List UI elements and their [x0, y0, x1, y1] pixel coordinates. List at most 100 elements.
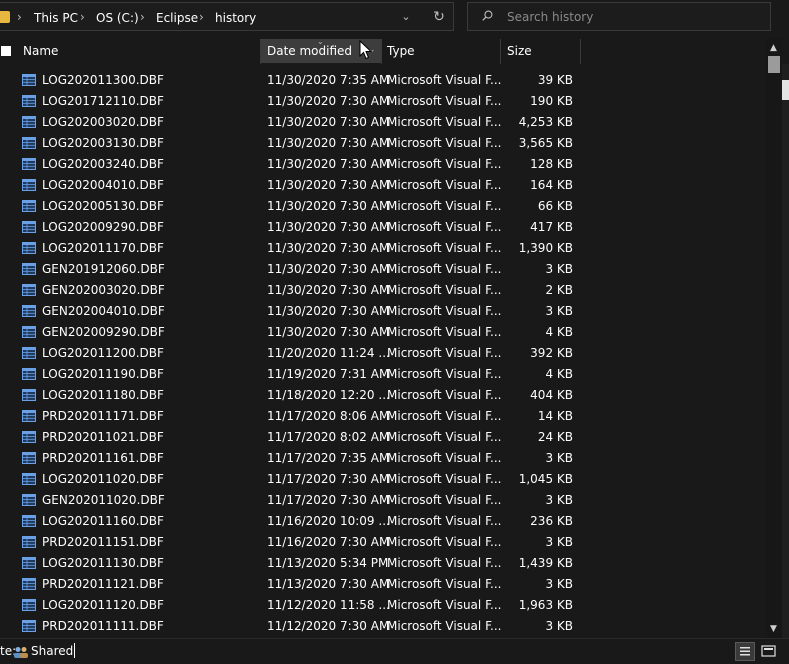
- column-divider[interactable]: [500, 39, 501, 64]
- address-row: › This PC › OS (C:) › Eclipse › history …: [0, 0, 789, 36]
- scrollbar-thumb[interactable]: [768, 56, 780, 73]
- large-icons-view-button[interactable]: [759, 642, 779, 661]
- chevron-down-icon[interactable]: ⌄: [398, 9, 414, 25]
- file-date-modified: 11/12/2020 11:58 ...: [267, 598, 390, 612]
- file-row[interactable]: LOG202011160.DBF 11/16/2020 10:09 ... Micr…: [0, 511, 765, 532]
- file-row[interactable]: LOG202005130.DBF 11/30/2020 7:30 AM Micros…: [0, 196, 765, 217]
- file-row[interactable]: GEN202009290.DBF 11/30/2020 7:30 AM Micros…: [0, 322, 765, 343]
- details-view-button[interactable]: [735, 642, 755, 661]
- file-row[interactable]: LOG202011300.DBF 11/30/2020 7:35 AM Micros…: [0, 70, 765, 91]
- file-name[interactable]: LOG202011180.DBF: [42, 388, 164, 402]
- breadcrumb-separator-icon[interactable]: ›: [199, 10, 204, 24]
- file-size: 4,253 KB: [518, 115, 573, 129]
- address-bar[interactable]: › This PC › OS (C:) › Eclipse › history …: [0, 2, 454, 31]
- file-date-modified: 11/30/2020 7:30 AM: [267, 241, 390, 255]
- file-name[interactable]: GEN202003020.DBF: [42, 283, 165, 297]
- file-row[interactable]: LOG202011170.DBF 11/30/2020 7:30 AM Micros…: [0, 238, 765, 259]
- preview-pane-edge: [782, 64, 789, 638]
- file-row[interactable]: GEN202003020.DBF 11/30/2020 7:30 AM Micros…: [0, 280, 765, 301]
- column-header-type[interactable]: Type: [387, 44, 415, 58]
- file-row[interactable]: LOG202011200.DBF 11/20/2020 11:24 ... Micr…: [0, 343, 765, 364]
- file-name[interactable]: GEN201912060.DBF: [42, 262, 165, 276]
- breadcrumb-separator-icon[interactable]: ›: [140, 10, 145, 24]
- file-name[interactable]: LOG202011300.DBF: [42, 73, 164, 87]
- column-header-size[interactable]: Size: [507, 44, 532, 58]
- breadcrumb-eclipse[interactable]: Eclipse: [156, 11, 198, 25]
- file-name[interactable]: LOG202011020.DBF: [42, 472, 164, 486]
- column-divider[interactable]: [260, 39, 261, 64]
- file-name[interactable]: LOG202003020.DBF: [42, 115, 164, 129]
- status-shared-label: Shared: [31, 644, 74, 658]
- file-row[interactable]: LOG202009290.DBF 11/30/2020 7:30 AM Micros…: [0, 217, 765, 238]
- file-name[interactable]: LOG202011130.DBF: [42, 556, 164, 570]
- scroll-down-icon[interactable]: ▼: [770, 624, 777, 634]
- file-name[interactable]: PRD202011171.DBF: [42, 409, 164, 423]
- file-row[interactable]: LOG202011190.DBF 11/19/2020 7:31 AM Micros…: [0, 364, 765, 385]
- dbf-file-icon: [22, 179, 36, 191]
- column-header-date[interactable]: Date modified: [267, 44, 352, 58]
- file-size: 392 KB: [530, 346, 573, 360]
- file-row[interactable]: LOG202011020.DBF 11/17/2020 7:30 AM Micros…: [0, 469, 765, 490]
- file-row[interactable]: PRD202011161.DBF 11/17/2020 7:35 AM Micros…: [0, 448, 765, 469]
- file-name[interactable]: PRD202011151.DBF: [42, 535, 164, 549]
- file-name[interactable]: PRD202011121.DBF: [42, 577, 164, 591]
- file-name[interactable]: LOG202005130.DBF: [42, 199, 164, 213]
- file-row[interactable]: LOG202003130.DBF 11/30/2020 7:30 AM Micros…: [0, 133, 765, 154]
- file-size: 164 KB: [530, 178, 573, 192]
- scroll-up-icon[interactable]: ▲: [770, 43, 777, 53]
- file-row[interactable]: LOG202004010.DBF 11/30/2020 7:30 AM Micros…: [0, 175, 765, 196]
- file-row[interactable]: LOG202011130.DBF 11/13/2020 5:34 PM Micros…: [0, 553, 765, 574]
- file-row[interactable]: PRD202011021.DBF 11/17/2020 8:02 AM Micros…: [0, 427, 765, 448]
- file-row[interactable]: GEN202011020.DBF 11/17/2020 7:30 AM Micros…: [0, 490, 765, 511]
- file-row[interactable]: GEN202004010.DBF 11/30/2020 7:30 AM Micros…: [0, 301, 765, 322]
- breadcrumb-this-pc[interactable]: This PC: [34, 11, 78, 25]
- file-row[interactable]: LOG202003020.DBF 11/30/2020 7:30 AM Micros…: [0, 112, 765, 133]
- file-row[interactable]: LOG202011180.DBF 11/18/2020 12:20 ... Micr…: [0, 385, 765, 406]
- file-size: 417 KB: [530, 220, 573, 234]
- select-all-checkbox[interactable]: [1, 46, 11, 56]
- file-name[interactable]: GEN202011020.DBF: [42, 493, 165, 507]
- column-divider[interactable]: [580, 39, 581, 64]
- file-date-modified: 11/17/2020 7:35 AM: [267, 451, 390, 465]
- file-name[interactable]: LOG202011190.DBF: [42, 367, 164, 381]
- file-row[interactable]: PRD202011111.DBF 11/12/2020 7:30 AM Micros…: [0, 616, 765, 637]
- file-name[interactable]: PRD202011161.DBF: [42, 451, 164, 465]
- file-name[interactable]: GEN202009290.DBF: [42, 325, 165, 339]
- file-row[interactable]: PRD202011121.DBF 11/13/2020 7:30 AM Micros…: [0, 574, 765, 595]
- folder-icon: [0, 11, 10, 23]
- file-row[interactable]: GEN201912060.DBF 11/30/2020 7:30 AM Micros…: [0, 259, 765, 280]
- search-input[interactable]: Search history: [467, 2, 771, 31]
- file-name[interactable]: LOG202011120.DBF: [42, 598, 164, 612]
- breadcrumb-drive[interactable]: OS (C:): [96, 11, 139, 25]
- breadcrumb-separator-icon[interactable]: ›: [80, 10, 85, 24]
- vertical-scrollbar[interactable]: [765, 38, 782, 638]
- file-name[interactable]: LOG202009290.DBF: [42, 220, 164, 234]
- file-size: 3 KB: [545, 451, 573, 465]
- file-row[interactable]: LOG201712110.DBF 11/30/2020 7:30 AM Micros…: [0, 91, 765, 112]
- file-name[interactable]: LOG202003240.DBF: [42, 157, 164, 171]
- file-row[interactable]: PRD202011151.DBF 11/16/2020 7:30 AM Micros…: [0, 532, 765, 553]
- file-name[interactable]: PRD202011021.DBF: [42, 430, 164, 444]
- details-view-icon: [740, 647, 750, 656]
- file-name[interactable]: LOG201712110.DBF: [42, 94, 164, 108]
- file-type: Microsoft Visual F...: [387, 94, 502, 108]
- file-name[interactable]: LOG202011200.DBF: [42, 346, 164, 360]
- file-name[interactable]: LOG202004010.DBF: [42, 178, 164, 192]
- file-name[interactable]: LOG202003130.DBF: [42, 136, 164, 150]
- file-name[interactable]: LOG202011160.DBF: [42, 514, 164, 528]
- file-row[interactable]: PRD202011171.DBF 11/17/2020 8:06 AM Micros…: [0, 406, 765, 427]
- file-date-modified: 11/30/2020 7:30 AM: [267, 115, 390, 129]
- breadcrumb-separator-icon[interactable]: ›: [17, 10, 22, 24]
- file-name[interactable]: GEN202004010.DBF: [42, 304, 165, 318]
- file-row[interactable]: LOG202011120.DBF 11/12/2020 11:58 ... Micr…: [0, 595, 765, 616]
- dbf-file-icon: [22, 473, 36, 485]
- file-date-modified: 11/30/2020 7:30 AM: [267, 157, 390, 171]
- file-type: Microsoft Visual F...: [387, 619, 502, 633]
- breadcrumb-history[interactable]: history: [215, 11, 256, 25]
- column-header-name[interactable]: Name: [23, 44, 58, 58]
- file-row[interactable]: LOG202003240.DBF 11/30/2020 7:30 AM Micros…: [0, 154, 765, 175]
- file-name[interactable]: PRD202011111.DBF: [42, 619, 164, 633]
- refresh-icon[interactable]: ↻: [430, 8, 448, 26]
- file-name[interactable]: LOG202011170.DBF: [42, 241, 164, 255]
- column-divider[interactable]: [381, 39, 382, 64]
